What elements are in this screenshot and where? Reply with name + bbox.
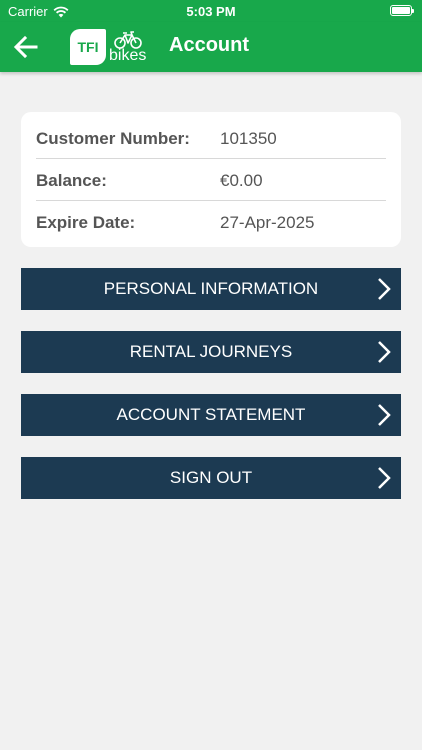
logo-bikes: bikes [109,30,147,64]
tfi-bikes-logo: TFI bikes [70,28,146,66]
rental-journeys-label: RENTAL JOURNEYS [129,342,293,361]
balance-row: Balance: €0.00 [36,159,386,201]
chevron-right-icon [378,467,391,489]
status-time: 5:03 PM [186,4,236,19]
logo-tfi-mark: TFI [70,29,106,65]
sign-out-button[interactable]: SIGN OUT [21,457,401,499]
chevron-right-icon [378,278,391,300]
chevron-right-icon [378,341,391,363]
logo-bikes-label: bikes [109,46,147,64]
status-bar: Carrier 5:03 PM [0,0,422,22]
expire-date-label: Expire Date: [36,213,136,232]
expire-date-value: 27-Apr-2025 [220,213,315,232]
balance-label: Balance: [36,171,107,190]
expire-date-row: Expire Date: 27-Apr-2025 [36,201,386,243]
bicycle-icon [113,30,142,49]
account-statement-button[interactable]: ACCOUNT STATEMENT [21,394,401,436]
back-arrow-icon[interactable] [12,33,40,61]
account-summary-card: Customer Number: 101350 Balance: €0.00 E… [21,112,401,247]
battery-icon [390,5,414,16]
personal-information-button[interactable]: PERSONAL INFORMATION [21,268,401,310]
sign-out-label: SIGN OUT [169,468,253,487]
page-title: Account [169,34,249,56]
account-statement-label: ACCOUNT STATEMENT [116,405,306,424]
nav-bar: TFI bikes Account [0,22,422,72]
balance-value: €0.00 [220,171,263,190]
personal-information-label: PERSONAL INFORMATION [103,279,319,298]
rental-journeys-button[interactable]: RENTAL JOURNEYS [21,331,401,373]
customer-number-row: Customer Number: 101350 [36,117,386,159]
chevron-right-icon [378,404,391,426]
customer-number-label: Customer Number: [36,129,190,148]
customer-number-value: 101350 [220,129,277,148]
